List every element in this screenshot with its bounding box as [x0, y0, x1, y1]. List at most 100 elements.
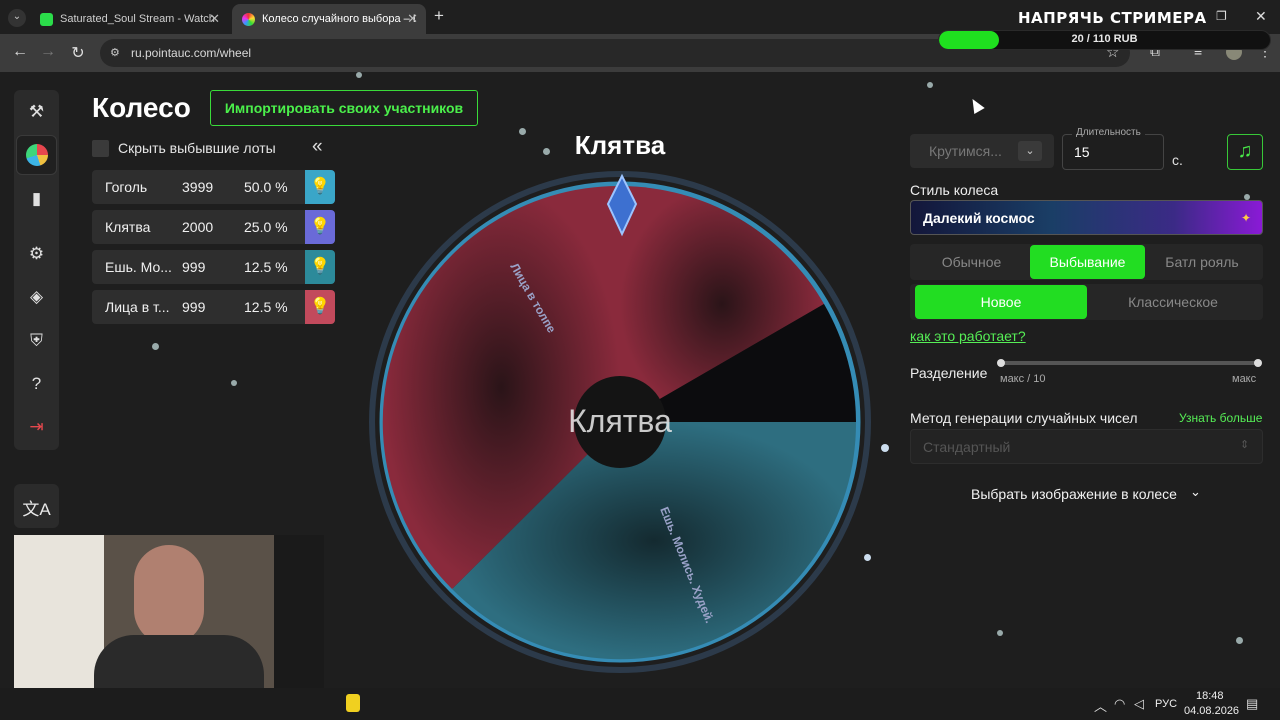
wheel-favicon-icon — [242, 12, 255, 26]
clock-date[interactable]: 04.08.2026 — [1184, 705, 1239, 717]
star-decoration — [1236, 637, 1243, 644]
tab-wheel[interactable]: Колесо случайного выбора – I ✕ — [232, 4, 426, 34]
lightbulb-icon[interactable]: 💡 — [305, 250, 335, 284]
mode-battle-royale[interactable]: Батл рояль — [1147, 245, 1257, 279]
select-caret-icon: ⇕ — [1240, 439, 1250, 451]
duration-label: Длительность — [1072, 127, 1145, 138]
rng-method-label: Метод генерации случайных чисел — [910, 410, 1138, 426]
lot-percent: 50.0 % — [244, 179, 288, 195]
how-it-works-link[interactable]: как это работает? — [910, 328, 1026, 344]
wheel-style-select[interactable]: Далекий космос — [910, 200, 1263, 235]
gear-icon[interactable]: ⚙ — [14, 244, 59, 264]
chevron-up-icon[interactable]: ︿ — [1094, 696, 1107, 715]
back-icon[interactable]: ← — [10, 43, 30, 61]
lightbulb-icon[interactable]: 💡 — [305, 170, 335, 204]
learn-more-link[interactable]: Узнать больше — [1179, 411, 1262, 425]
bar-chart-icon[interactable]: ▮ — [14, 189, 59, 209]
split-min-label: макс / 10 — [1000, 373, 1046, 385]
lot-amount: 2000 — [182, 219, 214, 235]
taskbar: ︿ ◠ ◁ РУС 18:48 04.08.2026 ▤ — [0, 688, 1280, 720]
reload-icon[interactable]: ↻ — [68, 43, 88, 63]
style-label: Стиль колеса — [910, 182, 999, 198]
webcam-chair — [274, 535, 324, 710]
sidebar-item-wheel[interactable] — [16, 135, 57, 175]
translate-icon[interactable]: 文A — [14, 484, 59, 528]
help-icon[interactable]: ? — [14, 374, 59, 394]
import-participants-button[interactable]: Импортировать своих участников — [210, 90, 478, 126]
star-decoration — [356, 72, 362, 78]
chevron-down-icon[interactable]: ⌄ — [1190, 484, 1201, 500]
lightbulb-icon[interactable]: 💡 — [305, 210, 335, 244]
collapse-panel-button[interactable]: « — [312, 136, 323, 158]
goal-progress-bar: 20 / 110 RUB — [938, 30, 1271, 50]
duration-value[interactable]: 15 — [1074, 144, 1090, 160]
split-slider-handle-min[interactable] — [997, 359, 1005, 367]
hide-eliminated-label: Скрыть выбывшие лоты — [118, 140, 276, 156]
star-decoration — [927, 82, 933, 88]
hide-eliminated-checkbox[interactable] — [92, 140, 109, 157]
split-slider[interactable] — [1000, 361, 1260, 365]
sparkle-icon: ✦ — [1241, 211, 1252, 225]
star-decoration — [231, 380, 237, 386]
close-tab-icon[interactable]: ✕ — [407, 11, 418, 27]
tab-title: Колесо случайного выбора – I — [262, 13, 416, 25]
star-decoration — [997, 630, 1003, 636]
lot-amount: 3999 — [182, 179, 214, 195]
forward-icon[interactable]: → — [38, 43, 58, 61]
lot-percent: 12.5 % — [244, 299, 288, 315]
tab-title: Saturated_Soul Stream - Watch — [60, 13, 215, 25]
layers-icon[interactable]: ◈ — [14, 287, 59, 307]
new-tab-button[interactable]: + — [434, 6, 444, 26]
submode-classic[interactable]: Классическое — [1089, 285, 1257, 319]
lot-amount: 999 — [182, 299, 206, 315]
lot-name: Лица в т... — [105, 299, 170, 315]
wheel-center-label: Клятва — [568, 403, 672, 439]
spin-options-icon[interactable]: ⌄ — [1018, 141, 1042, 161]
page-title: Колесо — [92, 92, 191, 123]
clock-time[interactable]: 18:48 — [1196, 690, 1224, 702]
wifi-icon[interactable]: ◠ — [1114, 696, 1125, 712]
lot-percent: 12.5 % — [244, 259, 288, 275]
tab-stream[interactable]: Saturated_Soul Stream - Watch ✕ — [30, 4, 228, 34]
taskbar-app-icon[interactable] — [346, 694, 360, 712]
goal-amount: 20 / 110 RUB — [1071, 33, 1138, 45]
star-decoration — [881, 444, 889, 452]
split-max-label: макс — [1232, 373, 1257, 385]
sidebar: ⚒ ▮ ⚙ ◈ ⛨ ? ⇥ — [14, 90, 59, 450]
lightbulb-icon[interactable]: 💡 — [305, 290, 335, 324]
language-indicator[interactable]: РУС — [1155, 698, 1177, 710]
tab-search-icon[interactable]: ⌄ — [8, 9, 26, 27]
rng-method-select[interactable]: Стандартный — [910, 429, 1263, 464]
submode-new[interactable]: Новое — [915, 285, 1087, 319]
music-note-icon[interactable]: ♫ — [1227, 134, 1263, 170]
lot-row[interactable]: Клятва 2000 25.0 % 💡 — [92, 210, 335, 244]
volume-icon[interactable]: ◁ — [1134, 696, 1144, 712]
star-decoration — [152, 343, 159, 350]
lot-name: Клятва — [105, 219, 151, 235]
webcam-shelf — [14, 535, 104, 710]
lot-name: Ешь. Мо... — [105, 259, 172, 275]
shield-check-icon[interactable]: ⛨ — [14, 331, 59, 351]
mode-elimination[interactable]: Выбывание — [1030, 245, 1145, 279]
split-slider-handle-max[interactable] — [1254, 359, 1262, 367]
lot-amount: 999 — [182, 259, 206, 275]
lot-row[interactable]: Гоголь 3999 50.0 % 💡 — [92, 170, 335, 204]
close-window-button[interactable]: ✕ — [1255, 8, 1267, 25]
url-text: ru.pointauc.com/wheel — [131, 46, 252, 60]
lot-percent: 25.0 % — [244, 219, 288, 235]
logout-icon[interactable]: ⇥ — [14, 417, 59, 437]
lot-row[interactable]: Лица в т... 999 12.5 % 💡 — [92, 290, 335, 324]
notifications-icon[interactable]: ▤ — [1246, 696, 1258, 712]
split-label: Разделение — [910, 365, 988, 381]
maximize-button[interactable]: ❐ — [1216, 9, 1227, 23]
duration-unit: с. — [1172, 152, 1183, 168]
wheel-icon — [25, 144, 48, 166]
webcam-overlay — [14, 535, 324, 710]
close-tab-icon[interactable]: ✕ — [209, 11, 220, 27]
site-info-icon[interactable]: ⚙ — [110, 46, 124, 60]
webcam-person — [134, 545, 204, 645]
choose-wheel-image-button[interactable]: Выбрать изображение в колесе — [971, 486, 1177, 502]
lot-row[interactable]: Ешь. Мо... 999 12.5 % 💡 — [92, 250, 335, 284]
mode-normal[interactable]: Обычное — [915, 245, 1028, 279]
gavel-icon[interactable]: ⚒ — [14, 102, 59, 122]
